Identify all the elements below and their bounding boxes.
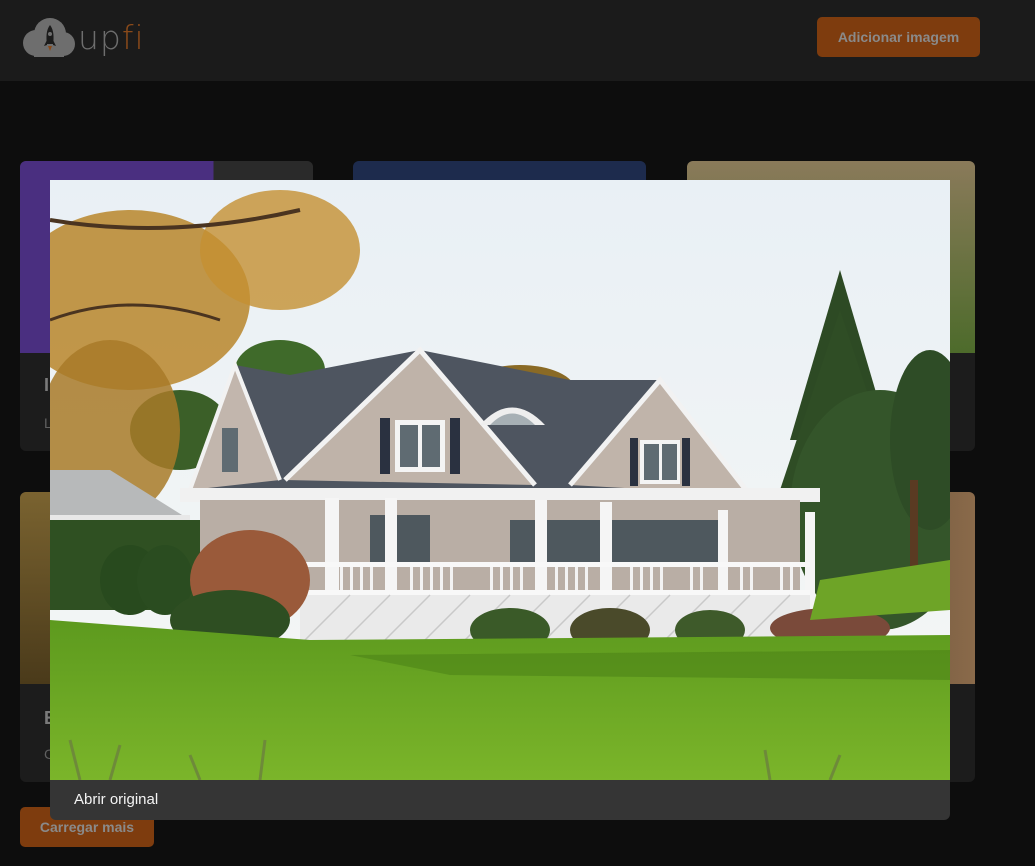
house-photo	[50, 180, 950, 780]
image-modal: Abrir original	[50, 180, 950, 820]
open-original-link[interactable]: Abrir original	[74, 791, 158, 808]
cloud-rocket-icon	[23, 18, 75, 57]
add-image-button[interactable]: Adicionar imagem	[817, 17, 980, 57]
logo-text: upfi	[78, 17, 145, 57]
modal-footer: Abrir original	[50, 780, 950, 820]
logo[interactable]: upfi	[20, 16, 145, 58]
app-header: upfi Adicionar imagem	[0, 0, 1035, 81]
